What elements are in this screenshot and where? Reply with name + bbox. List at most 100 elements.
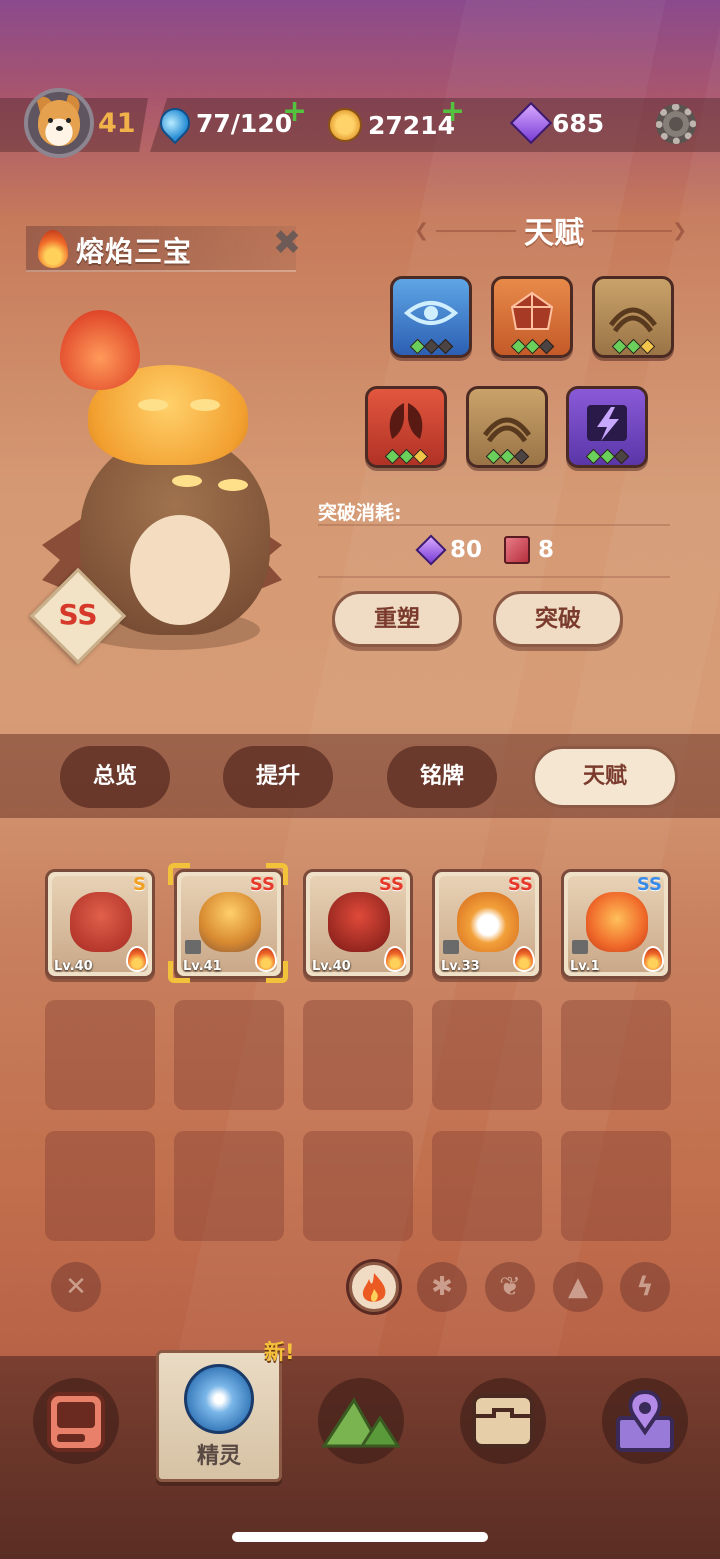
clear-filter-icon[interactable]: ✕ bbox=[51, 1262, 101, 1312]
nav-inventory[interactable] bbox=[460, 1378, 546, 1464]
energy-resource[interactable]: 77/120 + bbox=[153, 94, 307, 145]
reshape-button[interactable]: 重塑 bbox=[332, 591, 462, 647]
spirit-orb-icon bbox=[184, 1364, 254, 1434]
energy-value: 77/120 bbox=[196, 108, 293, 138]
breakthrough-button[interactable]: 突破 bbox=[493, 591, 623, 647]
gem-icon bbox=[509, 101, 553, 145]
empty-slot bbox=[174, 1131, 284, 1241]
claw-icon bbox=[608, 307, 658, 333]
lock-icon bbox=[572, 940, 588, 954]
creature-fire-spirit bbox=[60, 310, 140, 390]
talent-pips bbox=[569, 448, 645, 465]
earth-filter-icon[interactable]: ▲ bbox=[553, 1262, 603, 1312]
card-grade: SS bbox=[507, 874, 533, 895]
leaf-filter-icon[interactable]: ❦ bbox=[485, 1262, 535, 1312]
nav-explore[interactable] bbox=[318, 1378, 404, 1464]
tab-overview[interactable]: 总览 bbox=[60, 746, 170, 808]
talent-pips bbox=[494, 338, 570, 355]
tab-upgrade[interactable]: 提升 bbox=[223, 746, 333, 808]
add-energy-icon[interactable]: + bbox=[282, 94, 307, 129]
pip bbox=[409, 338, 425, 355]
empty-slot bbox=[561, 1000, 671, 1110]
divider bbox=[318, 524, 670, 526]
creature-eye bbox=[138, 399, 168, 411]
card-level: Lv.33 bbox=[441, 959, 480, 974]
book-icon bbox=[504, 536, 531, 564]
pip bbox=[613, 448, 629, 465]
cost-books-value: 8 bbox=[538, 537, 555, 563]
roster-card[interactable]: SS Lv.1 bbox=[561, 869, 671, 979]
home-indicator[interactable] bbox=[232, 1532, 488, 1542]
water-drop-icon bbox=[153, 101, 197, 145]
empty-slot bbox=[561, 1131, 671, 1241]
nose-icon bbox=[56, 126, 63, 131]
eye-icon bbox=[66, 118, 71, 123]
selection-bracket bbox=[168, 863, 190, 885]
card-grade: SS bbox=[636, 874, 662, 895]
bottom-nav: 精灵 新! bbox=[0, 1340, 720, 1559]
empty-slot bbox=[303, 1131, 413, 1241]
new-badge: 新! bbox=[264, 1340, 295, 1364]
add-gold-icon[interactable]: + bbox=[440, 94, 465, 129]
creature-name-plate: 熔焰三宝 bbox=[26, 226, 296, 272]
pip bbox=[524, 338, 540, 355]
settings-gear-icon[interactable] bbox=[656, 104, 696, 144]
lightning-filter-icon[interactable]: ϟ bbox=[620, 1262, 670, 1312]
selection-bracket bbox=[266, 961, 288, 983]
cost-label: 突破消耗: bbox=[318, 502, 402, 524]
player-avatar[interactable] bbox=[24, 88, 94, 158]
top-bar: 41 77/120 + 27214 + 685 bbox=[0, 88, 720, 158]
pip bbox=[599, 448, 615, 465]
empty-slot bbox=[45, 1131, 155, 1241]
nav-spirit-label: 精灵 bbox=[196, 1444, 241, 1469]
fire-element-icon bbox=[38, 230, 68, 268]
empty-slot bbox=[45, 1000, 155, 1110]
talent-claw-tile[interactable] bbox=[592, 276, 674, 358]
roster-card[interactable]: S Lv.40 bbox=[45, 869, 155, 979]
talent-crystal-tile[interactable] bbox=[491, 276, 573, 358]
gem-icon bbox=[415, 534, 447, 566]
talent-split-tile[interactable] bbox=[365, 386, 447, 468]
gold-resource[interactable]: 27214 + bbox=[328, 94, 465, 142]
crystal-icon bbox=[510, 291, 554, 330]
creature-eye bbox=[190, 399, 220, 411]
creature-eye bbox=[172, 475, 202, 487]
pip bbox=[423, 338, 439, 355]
fire-spirit-portrait bbox=[586, 892, 648, 952]
coin-icon bbox=[328, 108, 362, 142]
talent-eye-tile[interactable] bbox=[390, 276, 472, 358]
pip bbox=[538, 338, 554, 355]
ornament-icon: ❯ bbox=[672, 220, 688, 241]
card-grade: SS bbox=[378, 874, 404, 895]
tab-plate[interactable]: 铭牌 bbox=[387, 746, 497, 808]
talent-lightning-tile[interactable] bbox=[566, 386, 648, 468]
fire-element-icon bbox=[362, 1273, 386, 1302]
nav-battle[interactable] bbox=[33, 1378, 119, 1464]
nature-filter-icon[interactable]: ✱ bbox=[417, 1262, 467, 1312]
nav-map[interactable] bbox=[602, 1378, 688, 1464]
close-icon[interactable]: ✖ bbox=[270, 226, 304, 260]
pip bbox=[437, 338, 453, 355]
fire-element-icon bbox=[513, 946, 535, 972]
selection-bracket bbox=[266, 863, 288, 885]
roster-card[interactable]: SS Lv.40 bbox=[303, 869, 413, 979]
selection-bracket bbox=[168, 961, 190, 983]
pip bbox=[639, 338, 655, 355]
eye-icon bbox=[403, 301, 459, 325]
pip bbox=[384, 448, 400, 465]
dog-face-icon bbox=[38, 100, 80, 146]
mountain-icon bbox=[321, 1397, 401, 1448]
claw-icon bbox=[482, 417, 532, 443]
roster-card[interactable]: SS Lv.33 bbox=[432, 869, 542, 979]
tab-bar: 总览 提升 铭牌 天赋 bbox=[0, 734, 720, 818]
pip bbox=[398, 448, 414, 465]
talent-claw-tile[interactable] bbox=[466, 386, 548, 468]
empty-slot bbox=[303, 1000, 413, 1110]
fire-element-icon bbox=[384, 946, 406, 972]
fire-filter-icon[interactable] bbox=[349, 1262, 399, 1312]
fire-element-icon bbox=[126, 946, 148, 972]
tab-talent[interactable]: 天赋 bbox=[532, 746, 678, 808]
creature-eye bbox=[218, 479, 248, 491]
creature-grade: SS bbox=[58, 598, 98, 631]
player-level: 41 bbox=[98, 108, 136, 139]
